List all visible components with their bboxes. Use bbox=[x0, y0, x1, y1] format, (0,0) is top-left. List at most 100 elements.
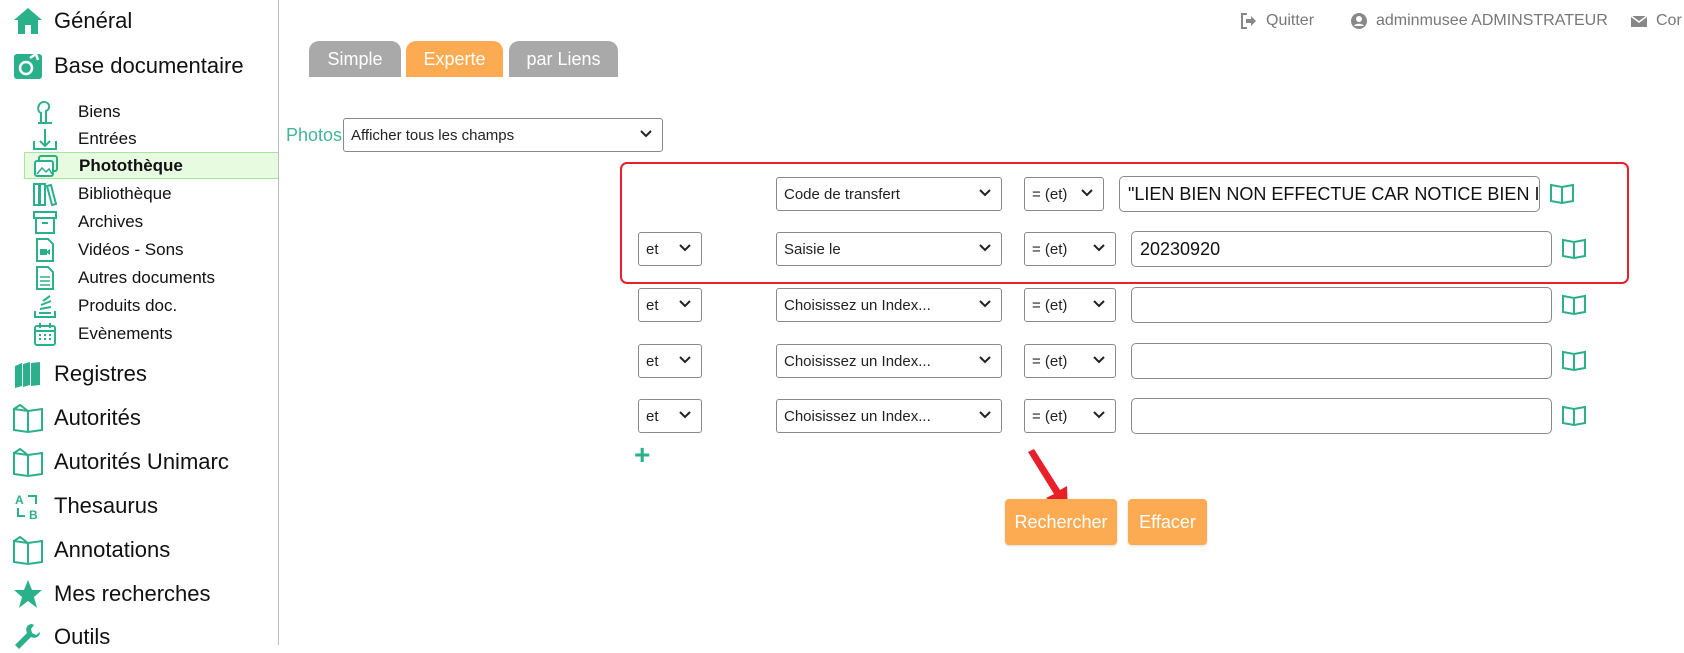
open-book-icon bbox=[13, 447, 43, 478]
connector-select[interactable]: et bbox=[638, 288, 702, 322]
sidebar-item-videos-sons[interactable]: Vidéos - Sons bbox=[24, 236, 278, 263]
chevron-down-icon bbox=[679, 300, 691, 308]
sidebar-item-archives[interactable]: Archives bbox=[24, 208, 278, 235]
index-select[interactable]: Code de transfert bbox=[776, 177, 1002, 211]
operator-value: = (et) bbox=[1032, 407, 1068, 425]
calendar-icon bbox=[34, 322, 56, 346]
nav-autorites-unimarc[interactable]: Autorités Unimarc bbox=[12, 446, 229, 478]
chevron-down-icon bbox=[1093, 244, 1105, 252]
tab-simple[interactable]: Simple bbox=[309, 41, 401, 77]
index-value: Saisie le bbox=[784, 240, 841, 258]
connector-select[interactable]: et bbox=[638, 232, 702, 266]
sidebar: Général Base documentaire Biens Entrées … bbox=[0, 0, 279, 649]
nav-outils-label: Outils bbox=[54, 624, 111, 649]
tab-par-liens[interactable]: par Liens bbox=[509, 41, 618, 77]
quit-link[interactable]: Quitter bbox=[1240, 12, 1314, 30]
operator-select[interactable]: = (et) bbox=[1024, 232, 1116, 266]
user-label: adminmusee ADMINSTRATEUR bbox=[1376, 12, 1608, 29]
index-select[interactable]: Choisissez un Index... bbox=[776, 399, 1002, 433]
nav-autorites-unimarc-label: Autorités Unimarc bbox=[54, 449, 229, 474]
nav-registres-label: Registres bbox=[54, 361, 147, 386]
index-browse-icon[interactable] bbox=[1562, 349, 1586, 371]
chevron-down-icon bbox=[979, 411, 991, 419]
sidebar-item-autres-documents[interactable]: Autres documents bbox=[24, 264, 278, 291]
index-browse-icon[interactable] bbox=[1550, 182, 1574, 204]
value-input[interactable] bbox=[1131, 287, 1552, 323]
chevron-down-icon bbox=[1081, 189, 1093, 197]
sidebar-item-produits-doc[interactable]: Produits doc. bbox=[24, 292, 278, 319]
connector-value: et bbox=[646, 407, 659, 425]
operator-select[interactable]: = (et) bbox=[1024, 399, 1116, 433]
nav-mes-recherches[interactable]: Mes recherches bbox=[12, 578, 211, 610]
operator-value: = (et) bbox=[1032, 352, 1068, 370]
quit-label: Quitter bbox=[1266, 12, 1315, 29]
sidebar-item-label: Entrées bbox=[78, 128, 137, 148]
nav-autorites[interactable]: Autorités bbox=[12, 402, 141, 434]
index-select[interactable]: Choisissez un Index... bbox=[776, 288, 1002, 322]
value-input[interactable] bbox=[1131, 398, 1552, 434]
video-file-icon bbox=[36, 237, 54, 262]
photos-icon bbox=[34, 154, 58, 177]
archive-box-icon bbox=[33, 210, 57, 234]
sidebar-item-entrees[interactable]: Entrées bbox=[24, 125, 278, 152]
index-browse-icon[interactable] bbox=[1562, 404, 1586, 426]
sidebar-item-phototheque[interactable]: Photothèque bbox=[24, 152, 278, 179]
svg-text:B: B bbox=[29, 508, 38, 522]
index-select[interactable]: Choisissez un Index... bbox=[776, 344, 1002, 378]
chevron-down-icon bbox=[1093, 300, 1105, 308]
nav-thesaurus[interactable]: AB Thesaurus bbox=[12, 490, 158, 522]
inbox-download-icon bbox=[33, 128, 57, 150]
connector-value: et bbox=[646, 352, 659, 370]
user-account[interactable]: adminmusee ADMINSTRATEUR bbox=[1350, 12, 1608, 30]
search-button[interactable]: Rechercher bbox=[1005, 499, 1117, 545]
add-row-button[interactable]: + bbox=[634, 441, 650, 469]
index-value: Choisissez un Index... bbox=[784, 296, 931, 314]
document-base-icon bbox=[14, 52, 42, 79]
sidebar-item-label: Vidéos - Sons bbox=[78, 239, 184, 259]
operator-select[interactable]: = (et) bbox=[1024, 288, 1116, 322]
nav-annotations-label: Annotations bbox=[54, 537, 171, 562]
sidebar-item-bibliotheque[interactable]: Bibliothèque bbox=[24, 180, 278, 207]
document-icon bbox=[36, 265, 54, 290]
chevron-down-icon bbox=[979, 244, 991, 252]
contact-link[interactable]: Cor bbox=[1630, 12, 1682, 30]
chevron-down-icon bbox=[679, 356, 691, 364]
value-input[interactable] bbox=[1131, 343, 1552, 379]
sidebar-item-evenements[interactable]: Evènements bbox=[24, 320, 278, 347]
display-fields-select[interactable]: Afficher tous les champs bbox=[343, 118, 663, 152]
chevron-down-icon bbox=[1093, 356, 1105, 364]
connector-select[interactable]: et bbox=[638, 399, 702, 433]
nav-base-documentaire[interactable]: Base documentaire bbox=[12, 50, 244, 82]
star-icon bbox=[14, 580, 42, 608]
operator-select[interactable]: = (et) bbox=[1024, 177, 1104, 211]
nav-thesaurus-label: Thesaurus bbox=[54, 493, 158, 518]
nav-base-documentaire-label: Base documentaire bbox=[54, 53, 244, 78]
nav-general[interactable]: Général bbox=[12, 5, 132, 37]
chevron-down-icon bbox=[1093, 411, 1105, 419]
chevron-down-icon bbox=[679, 244, 691, 252]
nav-mes-recherches-label: Mes recherches bbox=[54, 581, 211, 606]
index-browse-icon[interactable] bbox=[1562, 237, 1586, 259]
operator-select[interactable]: = (et) bbox=[1024, 344, 1116, 378]
tab-experte[interactable]: Experte bbox=[406, 41, 503, 77]
nav-general-label: Général bbox=[54, 8, 133, 33]
nav-registres[interactable]: Registres bbox=[12, 358, 147, 390]
value-input[interactable]: 20230920 bbox=[1131, 231, 1552, 267]
index-value: Choisissez un Index... bbox=[784, 352, 931, 370]
connector-value: et bbox=[646, 296, 659, 314]
value-input[interactable]: "LIEN BIEN NON EFFECTUE CAR NOTICE BIEN … bbox=[1119, 176, 1540, 212]
index-select[interactable]: Saisie le bbox=[776, 232, 1002, 266]
connector-select[interactable]: et bbox=[638, 344, 702, 378]
clear-button[interactable]: Effacer bbox=[1128, 499, 1207, 545]
index-value: Code de transfert bbox=[784, 185, 900, 203]
operator-value: = (et) bbox=[1032, 296, 1068, 314]
nav-outils[interactable]: Outils bbox=[12, 621, 110, 653]
operator-value: = (et) bbox=[1032, 240, 1068, 258]
user-circle-icon bbox=[1351, 13, 1367, 29]
nav-annotations[interactable]: Annotations bbox=[12, 534, 170, 566]
sidebar-item-biens[interactable]: Biens bbox=[24, 98, 278, 125]
home-icon bbox=[14, 8, 42, 34]
open-book-icon bbox=[13, 403, 43, 434]
index-value: Choisissez un Index... bbox=[784, 407, 931, 425]
index-browse-icon[interactable] bbox=[1562, 293, 1586, 315]
